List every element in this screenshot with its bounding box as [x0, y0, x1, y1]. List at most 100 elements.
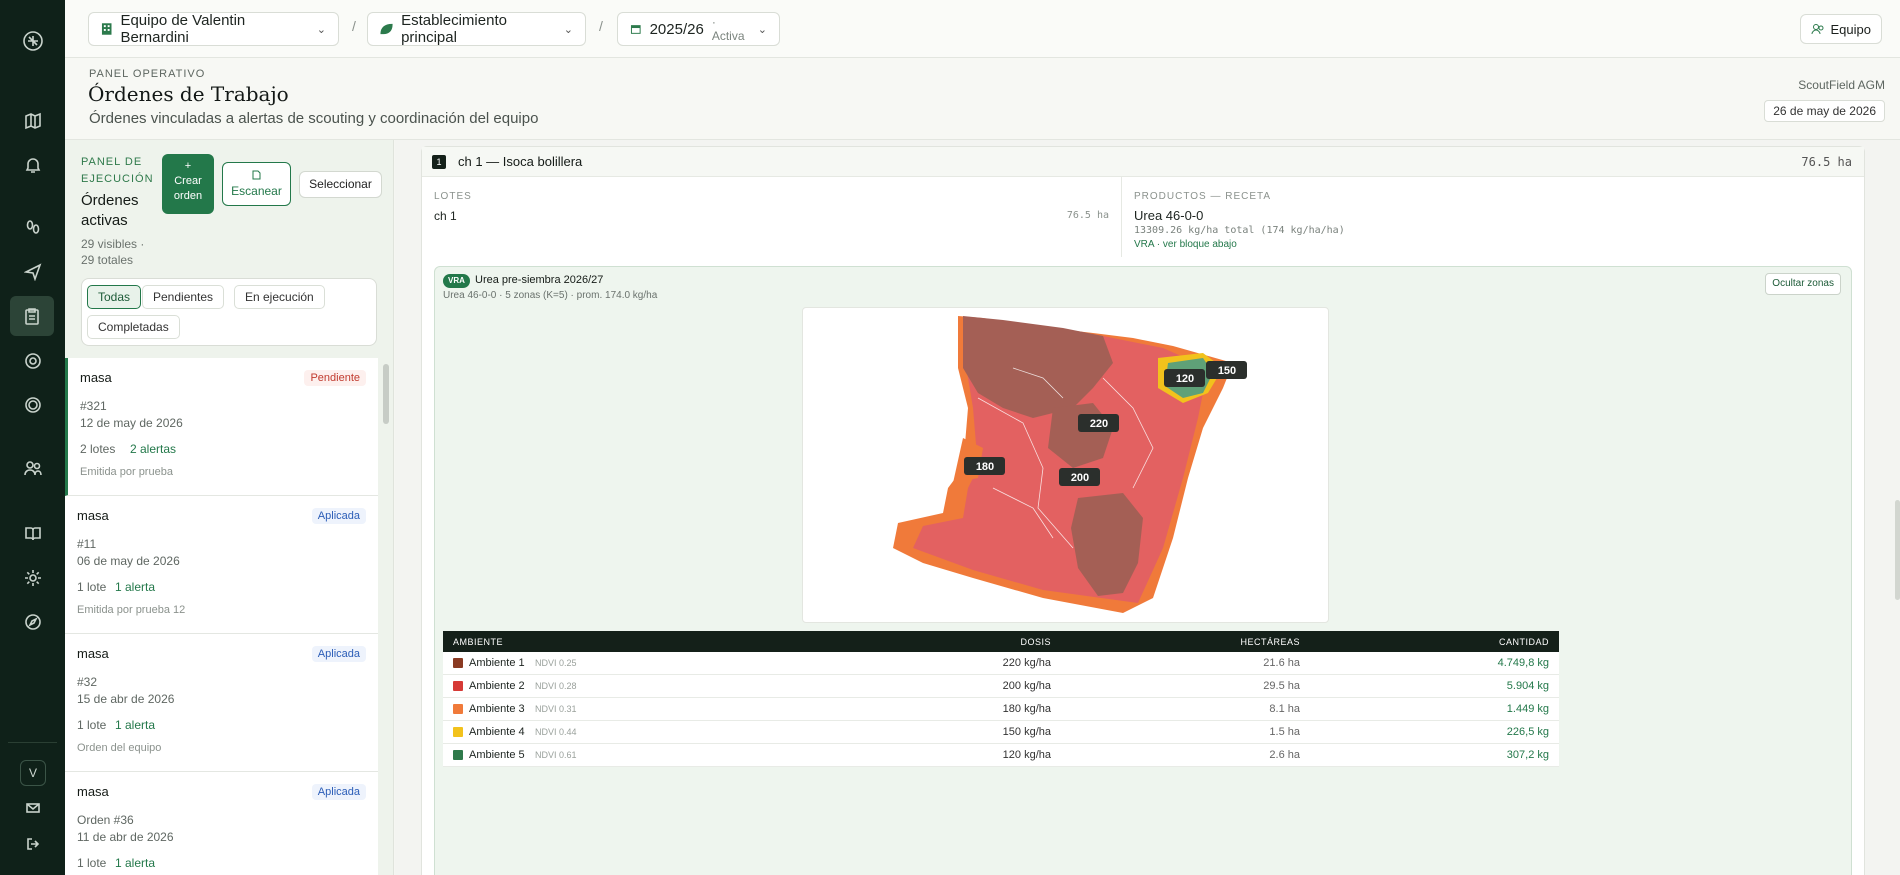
order-issuer: Emitida por prueba	[80, 466, 173, 478]
table-row[interactable]: Ambiente 2 NDVI 0.28 200 kg/ha 29.5 ha 5…	[443, 675, 1559, 698]
hide-zones-button[interactable]: Ocultar zonas	[1765, 273, 1841, 295]
breadcrumb-separator: /	[352, 18, 356, 34]
order-card[interactable]: masa Pendiente #321 12 de may de 2026 2 …	[65, 358, 378, 496]
settings-icon[interactable]	[0, 558, 65, 598]
create-order-button[interactable]: + Crear orden	[162, 154, 214, 214]
compass-icon[interactable]	[0, 602, 65, 642]
calendar-icon	[630, 25, 641, 34]
page-title: Órdenes de Trabajo	[88, 82, 289, 106]
select-button[interactable]: Seleccionar	[299, 171, 382, 198]
column-header-hectareas: HECTÁREAS	[1240, 637, 1300, 647]
bell-icon[interactable]	[0, 145, 65, 185]
table-row[interactable]: Ambiente 4 NDVI 0.44 150 kg/ha 1.5 ha 22…	[443, 721, 1559, 744]
order-card[interactable]: masa Aplicada #32 15 de abr de 2026 1 lo…	[65, 634, 378, 772]
table-header: AMBIENTE DOSIS HECTÁREAS CANTIDAD	[443, 631, 1559, 652]
lot-name: ch 1	[434, 209, 457, 223]
order-alerts[interactable]: 1 alerta	[115, 856, 155, 870]
filter-all[interactable]: Todas	[87, 285, 142, 309]
filter-in-progress[interactable]: En ejecución	[234, 285, 325, 309]
order-lots: 1 lote	[77, 856, 107, 870]
vra-block: VRA Urea pre-siembra 2026/27 Urea 46-0-0…	[434, 266, 1852, 875]
list-scrollbar[interactable]	[383, 364, 389, 424]
map-icon[interactable]	[0, 101, 65, 141]
scan-button[interactable]: Escanear	[222, 162, 291, 206]
order-alerts[interactable]: 1 alerta	[115, 718, 155, 732]
column-header-cantidad: CANTIDAD	[1498, 637, 1549, 647]
season-selector[interactable]: 2025/26 · Activa ⌄	[617, 12, 780, 46]
ambiente-name: Ambiente 2	[469, 680, 525, 692]
plus-icon: +	[184, 160, 192, 172]
app-logo-icon[interactable]	[20, 28, 46, 54]
table-row[interactable]: Ambiente 3 NDVI 0.31 180 kg/ha 8.1 ha 1.…	[443, 698, 1559, 721]
table-row[interactable]: Ambiente 5 NDVI 0.61 120 kg/ha 2.6 ha 30…	[443, 744, 1559, 767]
ambiente-hectares: 2.6 ha	[1269, 749, 1300, 761]
brand-label: ScoutField AGM	[1798, 78, 1885, 92]
prescription-map[interactable]: 120 150 220 180 200	[802, 307, 1329, 623]
team-selector-label: Equipo de Valentin Bernardini	[120, 12, 246, 46]
order-name: masa	[80, 370, 112, 385]
rail-divider	[8, 742, 57, 743]
team-selector[interactable]: Equipo de Valentin Bernardini ⌄	[88, 12, 339, 46]
zone-label: 200	[1071, 472, 1089, 484]
column-header-dosis: DOSIS	[1020, 637, 1051, 647]
vra-title: Urea pre-siembra 2026/27	[475, 274, 604, 286]
users-icon[interactable]	[0, 448, 65, 488]
table-row[interactable]: Ambiente 1 NDVI 0.25 220 kg/ha 21.6 ha 4…	[443, 652, 1559, 675]
ambiente-dose: 150 kg/ha	[1002, 726, 1051, 738]
order-card[interactable]: masa Aplicada #11 06 de may de 2026 1 lo…	[65, 496, 378, 634]
team-button[interactable]: Equipo	[1799, 14, 1882, 44]
order-alerts[interactable]: 2 alertas	[130, 442, 176, 456]
top-bar: Equipo de Valentin Bernardini ⌄ / Establ…	[65, 0, 1900, 58]
logout-icon[interactable]	[0, 824, 65, 864]
ambiente-ndvi: NDVI 0.44	[535, 727, 577, 737]
ambiente-ndvi: NDVI 0.25	[535, 658, 577, 668]
ambiente-hectares: 8.1 ha	[1269, 703, 1300, 715]
mail-icon[interactable]	[0, 788, 65, 828]
building-icon	[101, 23, 112, 35]
filter-pending[interactable]: Pendientes	[142, 285, 225, 309]
order-issuer: Emitida por prueba 12	[77, 604, 186, 616]
order-code: Orden #36	[77, 813, 134, 827]
order-code: #32	[77, 675, 98, 689]
order-code: #321	[80, 399, 107, 413]
ambiente-ndvi: NDVI 0.28	[535, 681, 577, 691]
clipboard-icon[interactable]	[10, 296, 54, 336]
page-header: PANEL OPERATIVO Órdenes de Trabajo Órden…	[65, 58, 1900, 140]
order-name: masa	[77, 784, 109, 799]
avatar[interactable]: V	[20, 760, 46, 786]
ambiente-name: Ambiente 1	[469, 657, 525, 669]
lot-card-header[interactable]: 1 ch 1 — Isoca bolillera 76.5 ha	[422, 147, 1864, 177]
ambiente-quantity: 307,2 kg	[1506, 749, 1549, 761]
zone-label: 180	[976, 461, 994, 473]
order-issuer: Orden del equipo	[77, 742, 162, 754]
order-name: masa	[77, 646, 109, 661]
status-badge: Aplicada	[311, 784, 366, 800]
chevron-down-icon: ⌄	[563, 23, 573, 36]
page-eyebrow: PANEL OPERATIVO	[89, 68, 206, 80]
ambiente-quantity: 1.449 kg	[1506, 703, 1549, 715]
ambiente-color-swatch	[453, 750, 463, 760]
nav-rail: V	[0, 0, 65, 875]
target-icon[interactable]	[0, 341, 65, 381]
order-lots: 2 lotes	[80, 442, 116, 456]
establishment-selector[interactable]: Establecimiento principal ⌄	[367, 12, 586, 46]
order-alerts[interactable]: 1 alerta	[115, 580, 155, 594]
vra-subtitle: Urea 46-0-0 · 5 zonas (K=5) · prom. 174.…	[443, 290, 658, 301]
footprints-icon[interactable]	[0, 208, 65, 248]
panel-counts: 29 visibles · 29 totales	[81, 237, 145, 267]
ambiente-ndvi: NDVI 0.31	[535, 704, 577, 714]
vra-badge: VRA	[443, 274, 470, 288]
ambiente-dose: 180 kg/ha	[1002, 703, 1051, 715]
product-vra-link[interactable]: VRA · ver bloque abajo	[1134, 239, 1237, 250]
product-total: 13309.26 kg/ha total (174 kg/ha/ha)	[1134, 225, 1345, 236]
send-icon[interactable]	[0, 252, 65, 292]
order-code: #11	[77, 537, 97, 551]
order-card[interactable]: masa Aplicada Orden #36 11 de abr de 202…	[65, 772, 378, 875]
ambiente-hectares: 29.5 ha	[1263, 680, 1300, 692]
filter-completed[interactable]: Completadas	[87, 315, 180, 339]
book-icon[interactable]	[0, 514, 65, 554]
scan-icon[interactable]	[0, 385, 65, 425]
page-scrollbar[interactable]	[1895, 500, 1900, 600]
order-date: 12 de may de 2026	[80, 416, 183, 430]
ambiente-name: Ambiente 3	[469, 703, 525, 715]
